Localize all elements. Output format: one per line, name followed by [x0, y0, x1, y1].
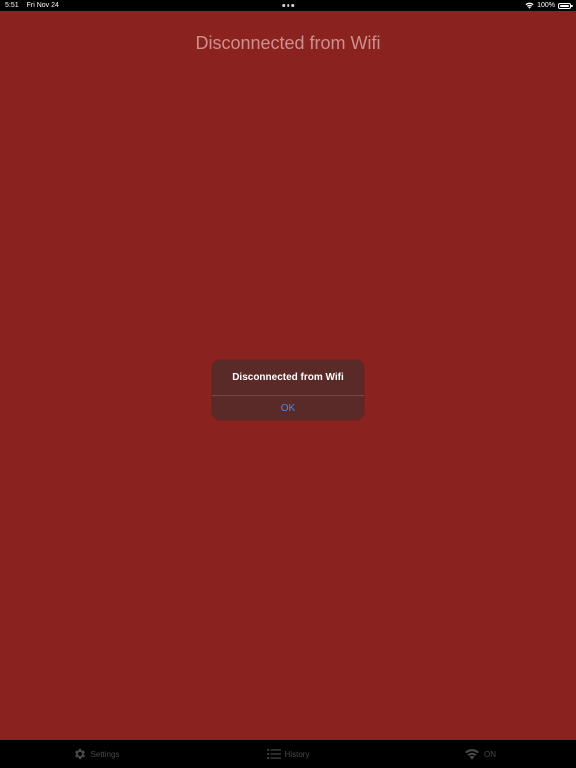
status-date: Fri Nov 24: [26, 2, 59, 9]
tab-settings[interactable]: Settings: [0, 740, 192, 768]
tab-label: ON: [484, 749, 496, 759]
dot: [291, 4, 294, 7]
tab-bar: Settings History ON: [0, 740, 576, 768]
alert-dialog: Disconnected from Wifi OK: [212, 360, 364, 420]
battery-level: [560, 4, 569, 7]
tab-history[interactable]: History: [192, 740, 384, 768]
status-left: 5:51 Fri Nov 24: [5, 2, 59, 9]
status-right: 100%: [525, 2, 573, 9]
status-time: 5:51: [5, 2, 19, 9]
wifi-icon: [465, 749, 479, 760]
dot: [286, 4, 290, 7]
wifi-icon: [525, 2, 534, 9]
page-title: Disconnected from Wifi: [195, 33, 381, 53]
tab-label: Settings: [90, 749, 120, 759]
dot: [282, 4, 285, 7]
multitasking-dots[interactable]: [282, 4, 294, 7]
status-bar: 5:51 Fri Nov 24 100%: [0, 0, 576, 11]
battery-icon: [558, 2, 573, 9]
tab-label: History: [284, 749, 310, 759]
gear-icon: [74, 748, 85, 760]
list-icon: [266, 748, 281, 760]
ok-button[interactable]: OK: [212, 396, 364, 420]
tab-wifi[interactable]: ON: [384, 740, 576, 768]
battery-percent: 100%: [537, 2, 555, 9]
alert-title: Disconnected from Wifi: [232, 372, 344, 383]
